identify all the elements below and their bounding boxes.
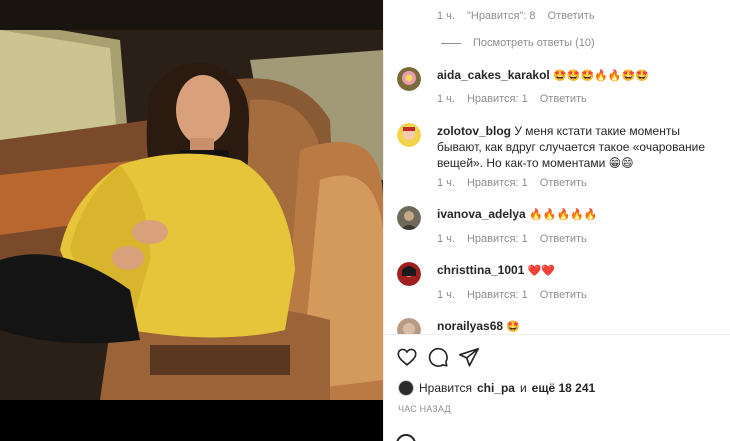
liker-avatar (398, 380, 414, 396)
avatar-image (397, 206, 421, 230)
avatar-image (397, 318, 421, 334)
comment-bubble-icon[interactable] (427, 346, 449, 368)
comment-meta-row: 1 ч. Нравится: 1 Ответить (437, 93, 587, 105)
comment-meta-row: 1 ч. Нравится: 1 Ответить (437, 177, 587, 189)
photo-illustration (0, 0, 383, 400)
commenter-avatar[interactable] (397, 67, 421, 91)
comments-list[interactable]: 1 ч. "Нравится": 8 Ответить Посмотреть о… (384, 0, 730, 334)
comment-likes-count[interactable]: Нравится: 1 (467, 233, 528, 245)
heart-icon[interactable] (396, 346, 418, 368)
comment-meta-row: 1 ч. Нравится: 1 Ответить (437, 289, 587, 301)
reply-button[interactable]: Ответить (540, 93, 587, 105)
comment-body: ivanova_adelya 🔥🔥🔥🔥🔥 (437, 206, 727, 223)
comment-text: ❤️❤️ (527, 264, 556, 277)
comment-time: 1 ч. (437, 233, 455, 245)
post-timestamp[interactable]: ЧАС НАЗАД (398, 404, 451, 414)
comment-username[interactable]: aida_cakes_karakol (437, 68, 550, 82)
likes-prefix: Нравится (419, 381, 472, 395)
avatar-image (397, 67, 421, 91)
post-actions-bar (384, 334, 730, 379)
reply-button[interactable]: Ответить (540, 233, 587, 245)
comment-time: 1 ч. (437, 10, 455, 22)
comment-body: norailyas68 🤩 (437, 318, 727, 334)
view-replies-line (441, 42, 461, 44)
reply-button[interactable]: Ответить (548, 10, 595, 22)
comments-panel: 1 ч. "Нравится": 8 Ответить Посмотреть о… (383, 0, 730, 441)
comment-body: aida_cakes_karakol 🤩🤩🤩🔥🔥🤩🤩 (437, 67, 727, 84)
likes-middle: и (519, 381, 527, 395)
comment-body: zolotov_blog У меня кстати такие моменты… (437, 123, 727, 171)
comment-time: 1 ч. (437, 177, 455, 189)
comment-text: 🤩🤩🤩🔥🔥🤩🤩 (553, 69, 649, 82)
paper-plane-icon[interactable] (458, 346, 480, 368)
comment-time: 1 ч. (437, 93, 455, 105)
comment-username[interactable]: norailyas68 (437, 319, 503, 333)
comment-body: christtina_1001 ❤️❤️ (437, 262, 727, 279)
view-replies-button[interactable]: Посмотреть ответы (10) (441, 37, 595, 49)
commenter-avatar[interactable] (397, 318, 421, 334)
comment-text: 🔥🔥🔥🔥🔥 (529, 208, 598, 221)
avatar-image (397, 123, 421, 147)
comment-likes-count[interactable]: Нравится: 1 (467, 177, 528, 189)
commenter-avatar[interactable] (397, 123, 421, 147)
post-photo[interactable] (0, 0, 383, 400)
liker-username[interactable]: chi_pa (477, 381, 515, 395)
comment-likes-count[interactable]: "Нравится": 8 (467, 10, 536, 22)
comment-username[interactable]: zolotov_blog (437, 124, 511, 138)
reply-button[interactable]: Ответить (540, 289, 587, 301)
comment-likes-count[interactable]: Нравится: 1 (467, 289, 528, 301)
comment-meta-row: 1 ч. "Нравится": 8 Ответить (437, 10, 595, 22)
emoji-icon[interactable] (396, 434, 416, 441)
comment-likes-count[interactable]: Нравится: 1 (467, 93, 528, 105)
comment-username[interactable]: christtina_1001 (437, 263, 524, 277)
post-view: 1 ч. "Нравится": 8 Ответить Посмотреть о… (0, 0, 730, 441)
view-replies-label: Посмотреть ответы (10) (473, 37, 595, 49)
photo-bottom-bar (0, 400, 383, 441)
commenter-avatar[interactable] (397, 262, 421, 286)
comment-text: 🤩 (506, 320, 521, 333)
reply-button[interactable]: Ответить (540, 177, 587, 189)
likes-count[interactable]: ещё 18 241 (532, 381, 596, 395)
comment-username[interactable]: ivanova_adelya (437, 207, 526, 221)
comment-meta-row: 1 ч. Нравится: 1 Ответить (437, 233, 587, 245)
post-photo-pane (0, 0, 383, 441)
comment-time: 1 ч. (437, 289, 455, 301)
avatar-image (397, 262, 421, 286)
commenter-avatar[interactable] (397, 206, 421, 230)
likes-summary[interactable]: Нравится chi_pa и ещё 18 241 (398, 380, 595, 396)
